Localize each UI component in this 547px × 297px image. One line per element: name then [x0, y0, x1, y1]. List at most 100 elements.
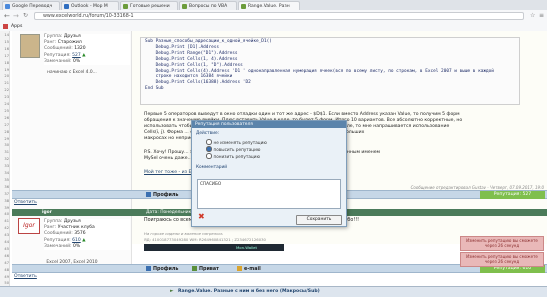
line-number: 30 — [4, 143, 9, 148]
line-number: 37 — [4, 191, 9, 196]
message-icon — [192, 266, 197, 271]
rank-value: Участник клуба — [57, 225, 95, 231]
group-value: Друзья — [63, 34, 81, 39]
line-number: 49 — [4, 274, 9, 279]
code-block: Sub Разные_способы_адресации_к_одной_яче… — [140, 37, 520, 105]
radio-decrease[interactable]: понизить репутацию — [206, 153, 260, 159]
line-number: 17 — [4, 53, 9, 58]
profile-icon — [146, 266, 151, 271]
line-number: 42 — [4, 226, 9, 231]
line-number: 36 — [4, 184, 9, 189]
browser-tab-3[interactable]: Готовые решени — [120, 1, 178, 10]
action-label: Действие: — [196, 131, 220, 136]
line-number: 20 — [4, 74, 9, 79]
profile-button[interactable]: Профиль — [146, 192, 178, 198]
profile-icon — [146, 192, 151, 197]
avatar[interactable] — [20, 34, 40, 58]
plus-icon[interactable]: ▲ — [82, 238, 85, 243]
plus-icon[interactable]: ▲ — [82, 53, 85, 58]
radio-icon — [206, 153, 212, 159]
radio-increase[interactable]: повысить репутацию — [206, 146, 260, 152]
line-number: 35 — [4, 177, 9, 182]
line-number: 19 — [4, 67, 9, 72]
menu-icon[interactable]: ≡ — [539, 12, 544, 20]
close-icon[interactable]: ✖ — [198, 213, 205, 221]
post2-profile: Группа: Друзья Ранг: Участник клуба Сооб… — [44, 219, 130, 251]
tab-favicon-icon — [241, 4, 246, 9]
signature-wallets: ЯД: 410018773049280 WM: R264960841321 ; … — [144, 237, 266, 242]
back-icon[interactable]: ← — [4, 12, 10, 20]
comment-textarea[interactable]: СПАСИБО — [197, 179, 341, 209]
line-number: 40 — [4, 212, 9, 217]
line-number: 18 — [4, 60, 9, 65]
line-number-gutter: 14 15 16 17 18 19 20 21 22 23 24 25 26 27 28 29 30 31 32 33… — [0, 31, 10, 288]
line-number: 28 — [4, 129, 9, 134]
group-value: Друзья — [63, 219, 81, 224]
line-number: 41 — [4, 219, 9, 224]
apps-bookmark[interactable]: Apps — [11, 22, 22, 31]
line-number: 38 — [4, 198, 9, 203]
line-number: 25 — [4, 108, 9, 113]
private-message-button[interactable]: Приват — [192, 266, 219, 272]
line-number: 15 — [4, 39, 9, 44]
warnings-value: 0% — [72, 58, 81, 64]
reply-link[interactable]: Ответить — [14, 274, 37, 279]
line-number: 32 — [4, 157, 9, 162]
line-number: 26 — [4, 115, 9, 120]
save-button[interactable]: Сохранить — [296, 215, 342, 225]
line-number: 24 — [4, 102, 9, 106]
line-number: 34 — [4, 171, 9, 175]
reputation-link[interactable]: 610 — [72, 238, 81, 243]
star-icon[interactable]: ☆ — [530, 12, 535, 20]
tab-favicon-icon — [182, 4, 187, 9]
line-number: 39 — [4, 205, 9, 210]
line-number: 23 — [4, 95, 9, 100]
reputation-link[interactable]: 527 — [72, 53, 81, 58]
profile-button[interactable]: Профиль — [146, 266, 178, 272]
post1-profile: Группа: Друзья Ранг: Старожил Сообщений:… — [44, 34, 130, 66]
email-icon — [237, 266, 242, 271]
line-number: 29 — [4, 136, 9, 141]
warnings-value: 0% — [72, 243, 81, 249]
post-username[interactable]: igor — [42, 209, 52, 216]
line-number: 45 — [4, 246, 9, 251]
apps-icon — [3, 24, 8, 29]
browser-tab-2[interactable]: Outlook - Мор М — [61, 1, 119, 10]
avatar[interactable]: Igor — [18, 218, 40, 234]
dialog-title[interactable]: Репутация пользователя — [192, 121, 346, 128]
line-number: 47 — [4, 260, 9, 265]
signature-banner[interactable]: Mon.Wallet — [144, 244, 284, 251]
line-number: 22 — [4, 88, 9, 93]
tab-favicon-icon — [123, 4, 128, 9]
email-button[interactable]: e-mail — [237, 266, 261, 272]
messages-count: 3576 — [74, 231, 86, 237]
line-number: 27 — [4, 122, 9, 127]
forward-icon[interactable]: → — [13, 12, 19, 20]
reputation-badge[interactable]: Репутация: 527 — [480, 191, 545, 199]
reputation-notice: Изменить репутацию вы сможете через 26 с… — [460, 236, 544, 251]
browser-tab-1[interactable]: Google Переводч — [2, 1, 60, 10]
line-number: 46 — [4, 253, 9, 258]
browser-tab-active[interactable]: Range.Value. Разн — [238, 1, 300, 10]
browser-tab-4[interactable]: Вопросы по VBA — [179, 1, 237, 10]
line-number: 14 — [4, 33, 9, 37]
line-number: 16 — [4, 46, 9, 51]
line-number: 31 — [4, 150, 9, 155]
reload-icon[interactable]: ↻ — [23, 12, 28, 20]
line-number: 33 — [4, 164, 9, 169]
line-number: 43 — [4, 233, 9, 238]
comment-label: Комментарий — [196, 165, 228, 170]
radio-no-change[interactable]: не изменять репутацию — [206, 139, 267, 145]
line-number: 48 — [4, 267, 9, 272]
radio-icon — [206, 139, 212, 145]
tab-favicon-icon — [5, 4, 10, 9]
reply-link[interactable]: Ответить — [14, 200, 37, 205]
reputation-dialog: Репутация пользователя Действие: не изме… — [191, 120, 347, 227]
messages-count: 1320 — [74, 46, 86, 52]
radio-checked-icon — [206, 146, 212, 152]
line-number: 44 — [4, 240, 9, 244]
reputation-notice: Изменить репутацию вы сможете через 26 с… — [460, 252, 544, 267]
excel-version: начинаю с Excel 4.0... — [47, 70, 97, 75]
tab-favicon-icon — [64, 4, 69, 9]
url-field[interactable]: www.excelworld.ru/forum/10-33168-1 — [34, 12, 524, 20]
